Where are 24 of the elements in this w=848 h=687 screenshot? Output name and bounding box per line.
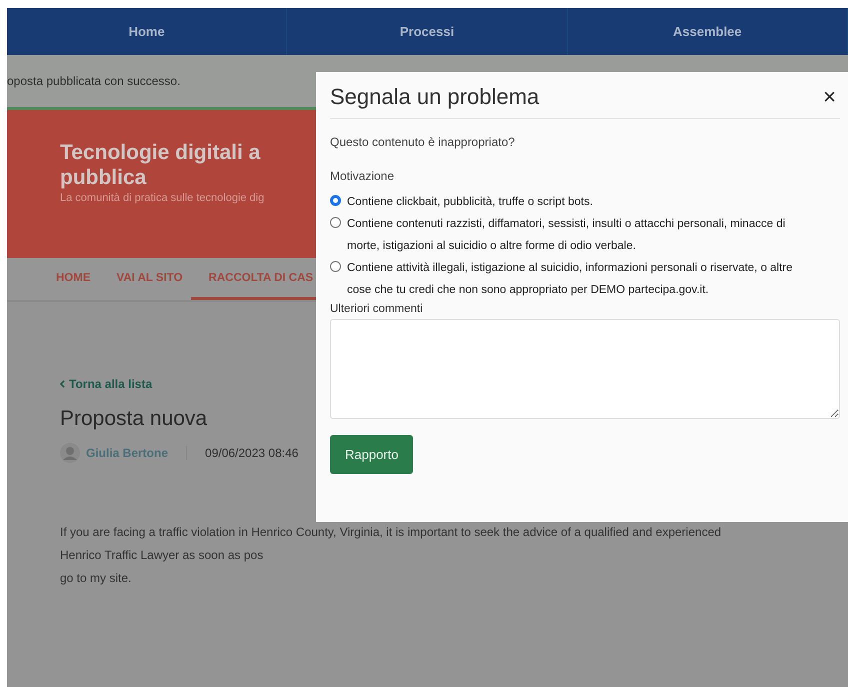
site-subtitle: La comunità di pratica sulle tecnologie dig [60, 192, 264, 204]
radio-button[interactable] [330, 195, 341, 206]
body-paragraph: go to my site. [60, 570, 132, 587]
comments-field[interactable] [330, 319, 840, 419]
body-paragraph: Henrico Traffic Lawyer as soon as pos [60, 547, 264, 564]
field-label: Motivazione [330, 169, 396, 183]
radio-label: Contiene attività illegali, istigazione al suicidio, informazioni personali o riservate, o altre cose che tu credi che non sono appropriato per DEMO partecipa.gov.it. [347, 261, 794, 298]
field-label: Ulteriori commenti [330, 303, 424, 315]
radio-label: Contiene clickbait, pubblicità, truffe o script bots. [347, 195, 593, 210]
post-date: 09/06/2023 08:46 [205, 446, 298, 460]
radio-label: Contiene contenuti razzisti, diffamatori, sessisti, insulti o attacchi personali, minacce di morte, istigazioni al suicidio o altre forme di odio verbale. [347, 217, 786, 254]
site-title: Tecnologie digitali a pubblica [60, 140, 260, 190]
question-text: Questo contenuto è inappropriato? [330, 135, 516, 149]
alert-text: oposta pubblicata con successo. [7, 74, 180, 88]
chevron-left-icon [60, 380, 65, 388]
avatar-icon [60, 443, 80, 463]
back-link[interactable]: Torna alla lista [69, 377, 152, 391]
body-paragraph: If you are facing a traffic violation in Henrico County, Virginia, it is important to seek the advice of a qualified and experienced [60, 524, 722, 541]
close-button[interactable]: × [819, 84, 840, 110]
proposal-title: Proposta nuova [60, 407, 208, 431]
radio-button[interactable] [330, 261, 341, 272]
dialog-title: Segnala un problema [330, 84, 540, 110]
submit-button[interactable]: Rapporto [330, 435, 414, 474]
radio-button[interactable] [330, 217, 341, 228]
